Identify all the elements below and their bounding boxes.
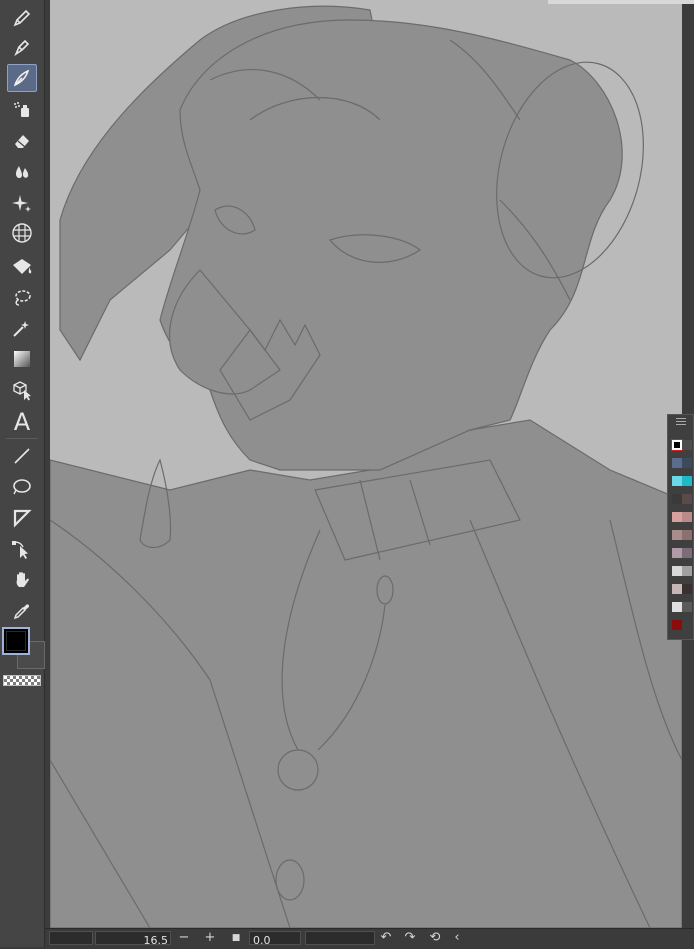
- auto-select-tool[interactable]: [7, 314, 37, 342]
- zoom-field[interactable]: 16.5: [95, 931, 171, 947]
- hand-tool[interactable]: [7, 566, 37, 594]
- lasso-icon: [12, 288, 32, 308]
- decoration-tool[interactable]: [7, 189, 37, 217]
- hand-icon: [12, 570, 32, 590]
- operation-tool[interactable]: [7, 376, 37, 404]
- transparent-color-swatch[interactable]: [3, 675, 41, 686]
- palette-swatch[interactable]: [682, 512, 692, 522]
- fit-screen-button[interactable]: ■: [228, 929, 244, 947]
- frame-tool[interactable]: [7, 504, 37, 532]
- palette-swatch[interactable]: [672, 584, 682, 594]
- palette-menu-icon[interactable]: [676, 418, 686, 426]
- rotation-slider[interactable]: [305, 931, 375, 945]
- 3d-mesh-tool[interactable]: [7, 219, 37, 247]
- water-drop-icon: [12, 162, 32, 182]
- eyedropper-tool[interactable]: [7, 597, 37, 625]
- mesh-grid-icon: [11, 222, 33, 244]
- blend-tool[interactable]: [7, 158, 37, 186]
- zoom-in-button[interactable]: +: [202, 929, 218, 947]
- main-color-swatch[interactable]: [2, 627, 30, 655]
- fountain-pen-icon: [12, 68, 32, 88]
- palette-swatch[interactable]: [672, 458, 682, 468]
- palette-swatch[interactable]: [682, 440, 692, 450]
- pencil-icon: [12, 8, 32, 28]
- palette-swatch[interactable]: [682, 620, 692, 630]
- node-arrow-icon: [11, 538, 33, 560]
- palette-swatch[interactable]: [672, 620, 682, 630]
- pen-tool[interactable]: [7, 33, 37, 61]
- pencil-tool[interactable]: [7, 4, 37, 32]
- palette-swatch[interactable]: [682, 476, 692, 486]
- palette-swatch[interactable]: [672, 476, 682, 486]
- tool-palette: A: [0, 0, 45, 947]
- toolbar-divider: [6, 438, 38, 439]
- zoom-out-button[interactable]: −: [176, 929, 192, 947]
- drawing-canvas[interactable]: .ln{fill:none;stroke:#6b6b6b;stroke-widt…: [50, 0, 682, 928]
- line-tool[interactable]: [7, 442, 37, 470]
- pen-nib-icon: [12, 37, 32, 57]
- navigator-status-bar: 16.5 − + ■ 0.0 ↶ ↷ ⟲ ‹: [45, 928, 694, 948]
- palette-swatch[interactable]: [672, 548, 682, 558]
- gradient-tool[interactable]: [7, 345, 37, 373]
- rotation-field[interactable]: 0.0: [249, 931, 301, 947]
- eraser-tool[interactable]: [7, 127, 37, 155]
- palette-swatch[interactable]: [672, 602, 682, 612]
- airbrush-tool[interactable]: [7, 96, 37, 124]
- palette-swatch[interactable]: [682, 548, 692, 558]
- text-tool[interactable]: A: [7, 408, 37, 436]
- palette-swatch[interactable]: [672, 530, 682, 540]
- palette-swatch[interactable]: [682, 602, 692, 612]
- window-top-strip: [548, 0, 694, 4]
- fill-tool[interactable]: [7, 253, 37, 281]
- airbrush-icon: [12, 100, 32, 120]
- magic-wand-icon: [12, 318, 32, 338]
- line-icon: [12, 446, 32, 466]
- correct-line-tool[interactable]: [7, 535, 37, 563]
- eyedropper-icon: [12, 601, 32, 621]
- line-art-illustration: .ln{fill:none;stroke:#6b6b6b;stroke-widt…: [50, 5, 682, 928]
- reset-rotation-button[interactable]: ⟲: [427, 929, 443, 947]
- rotate-right-button[interactable]: ↷: [402, 929, 418, 947]
- sparkle-icon: [12, 193, 32, 213]
- navigator-thumbnail[interactable]: [49, 931, 93, 945]
- palette-swatch[interactable]: [672, 512, 682, 522]
- color-set-palette[interactable]: [667, 414, 694, 640]
- rotate-left-button[interactable]: ↶: [378, 929, 394, 947]
- palette-swatch[interactable]: [682, 566, 692, 576]
- palette-swatch[interactable]: [672, 566, 682, 576]
- canvas-area: .ln{fill:none;stroke:#6b6b6b;stroke-widt…: [45, 0, 694, 928]
- vector-pen-tool[interactable]: [7, 64, 37, 92]
- lasso-tool[interactable]: [7, 284, 37, 312]
- palette-swatch[interactable]: [682, 494, 692, 504]
- cube-arrow-icon: [11, 379, 33, 401]
- eraser-icon: [12, 131, 32, 151]
- gradient-icon: [12, 349, 32, 369]
- collapse-arrow-button[interactable]: ‹: [449, 929, 465, 947]
- ellipse-icon: [11, 477, 33, 497]
- ellipse-tool[interactable]: [7, 473, 37, 501]
- palette-swatch[interactable]: [672, 494, 682, 504]
- palette-swatch[interactable]: [671, 439, 683, 451]
- palette-swatch[interactable]: [682, 458, 692, 468]
- paint-bucket-icon: [11, 257, 33, 277]
- palette-swatch[interactable]: [682, 584, 692, 594]
- frame-border-icon: [12, 508, 32, 528]
- palette-swatch[interactable]: [682, 530, 692, 540]
- text-icon: A: [13, 408, 31, 436]
